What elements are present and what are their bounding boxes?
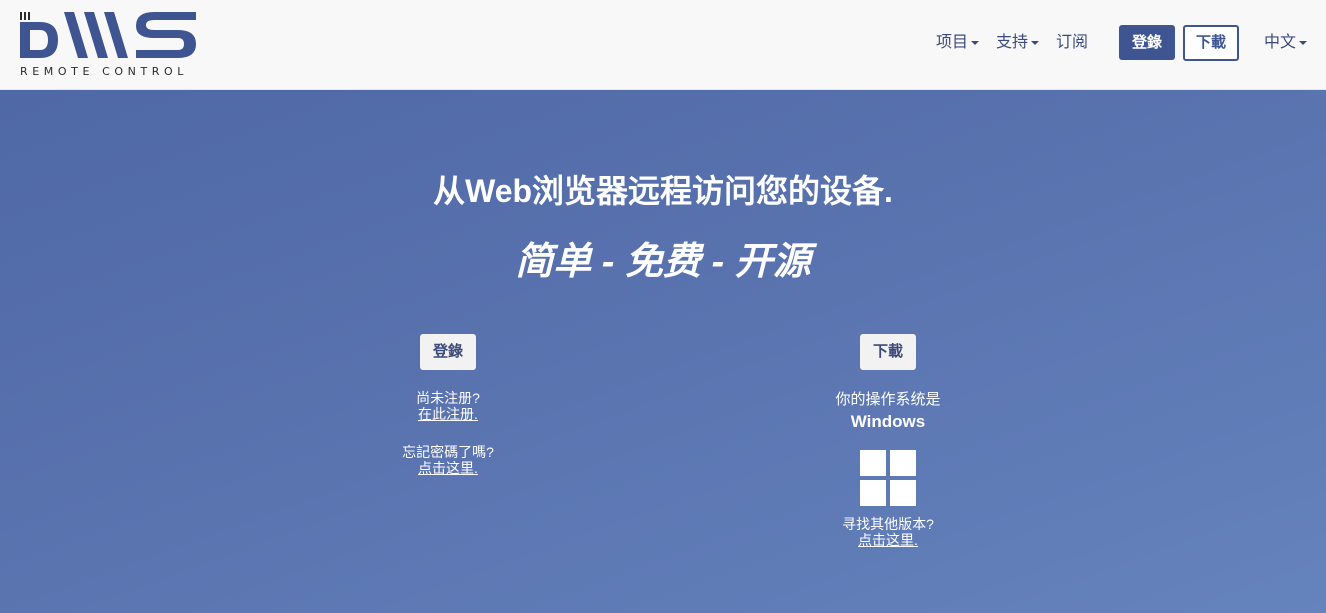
nav-item-label: 支持 [996,34,1029,51]
caret-down-icon [971,40,980,45]
download-button[interactable]: 下載 [1183,25,1239,61]
brand-logo[interactable]: REMOTE CONTROL [18,8,198,80]
other-versions-text: 寻找其他版本? [842,516,934,532]
hero-download-button[interactable]: 下載 [860,334,916,370]
language-label: 中文 [1264,34,1297,51]
navbar: REMOTE CONTROL 项目 支持 订阅 登錄 下載 中文 [0,0,1326,90]
caret-down-icon [1299,40,1308,45]
hero-title: 从Web浏览器远程访问您的设备. [433,173,893,209]
os-detected-text: 你的操作系统是 [835,391,941,408]
hero-login-button[interactable]: 登錄 [420,334,476,370]
download-column: 下載 你的操作系统是 Windows 寻找其他版本? 点击这里. [788,334,988,548]
dws-logo-icon [20,12,196,58]
language-dropdown[interactable]: 中文 [1264,31,1308,55]
caret-down-icon [1031,40,1040,45]
logo-tagline: REMOTE CONTROL [20,65,189,78]
nav-item-label: 项目 [936,34,969,51]
forgot-password-link[interactable]: 点击这里. [348,460,548,476]
nav-item-subscribe[interactable]: 订阅 [1056,31,1088,55]
register-link[interactable]: 在此注册. [348,406,548,422]
login-column: 登錄 尚未注册? 在此注册. 忘記密碼了嗎? 点击这里. [348,334,548,476]
hero-section: 从Web浏览器远程访问您的设备. 简单 - 免费 - 开源 登錄 尚未注册? 在… [0,90,1326,613]
nav-item-projects[interactable]: 项目 [936,31,980,55]
nav-item-label: 订阅 [1056,34,1089,51]
hero-tagline: 简单 - 免费 - 开源 [515,241,811,283]
os-name: Windows [850,412,926,431]
forgot-password-text: 忘記密碼了嗎? [402,444,494,460]
not-registered-text: 尚未注册? [416,390,480,406]
windows-logo-icon[interactable] [860,450,916,506]
nav-item-support[interactable]: 支持 [996,31,1040,55]
login-button[interactable]: 登錄 [1119,25,1175,60]
other-versions-link[interactable]: 点击这里. [788,532,988,548]
